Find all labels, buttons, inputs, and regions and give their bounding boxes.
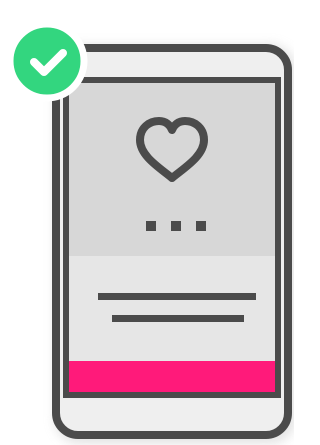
text-line-1 bbox=[98, 293, 256, 300]
more-dots-icon bbox=[146, 221, 206, 231]
dot bbox=[171, 221, 181, 231]
phone-body bbox=[52, 44, 292, 439]
dot bbox=[196, 221, 206, 231]
checkmark-circle-icon bbox=[6, 20, 88, 102]
phone-illustration bbox=[6, 20, 294, 444]
illustration-stage bbox=[0, 0, 294, 445]
screen-text-section bbox=[66, 256, 278, 361]
text-line-2 bbox=[112, 315, 244, 322]
dot bbox=[146, 221, 156, 231]
accent-bar bbox=[66, 361, 278, 395]
